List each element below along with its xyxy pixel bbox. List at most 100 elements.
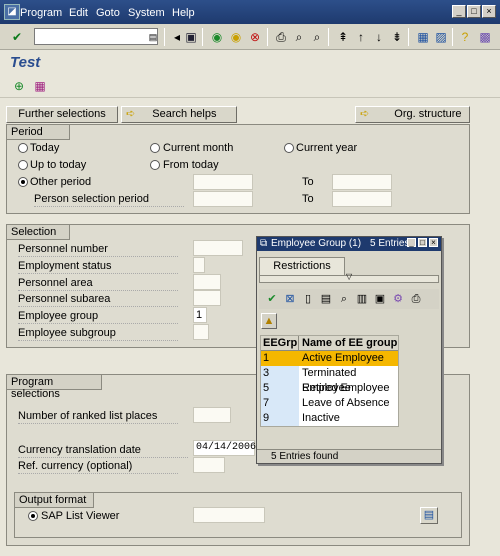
label-ranked-list-places: Number of ranked list places [18,410,178,424]
person-period-from-input[interactable] [193,191,253,207]
command-field[interactable] [34,28,158,45]
history-dropdown-icon[interactable]: ▤ [144,28,162,46]
menu-goto[interactable]: Goto [96,7,120,19]
table-cell-code: 9 [261,411,299,426]
popup-ok-icon[interactable]: ✔ [263,290,281,308]
minimize-icon[interactable]: _ [452,5,466,18]
radio-up-to-today[interactable] [18,160,28,170]
find-icon[interactable]: ⌕ [290,28,308,46]
personnel-number-input[interactable] [193,240,243,256]
radio-current-month[interactable] [150,143,160,153]
find-next-icon[interactable]: ⌕ [308,28,326,46]
column-header-eegrp[interactable]: EEGrp [261,336,299,350]
popup-cancel-icon[interactable]: ⊠ [281,290,299,308]
ref-currency-input[interactable] [193,457,225,473]
table-cell-name: Leave of Absence [302,397,390,409]
first-page-icon[interactable]: ⇞ [334,28,352,46]
label-current-year: Current year [296,142,358,154]
popup-settings-icon[interactable]: ⚙ [389,290,407,308]
radio-today[interactable] [18,143,28,153]
label-sap-list-viewer: SAP List Viewer [41,510,120,522]
popup-sort-icon[interactable]: ▤ [317,290,335,308]
popup-find-icon[interactable]: ⌕ [335,290,353,308]
new-session-icon[interactable]: ▦ [414,28,432,46]
table-cell-name: Inactive [302,412,340,424]
popup-status-bar: 5 Entries found [257,449,441,463]
label-today: Today [30,142,60,154]
popup-entries-count: 5 Entries [370,238,410,249]
last-page-icon[interactable]: ⇟ [388,28,406,46]
layout-input[interactable] [193,507,265,523]
close-window-icon[interactable]: × [482,5,496,18]
period-from-input[interactable] [193,174,253,190]
column-header-name[interactable]: Name of EE group [299,336,397,350]
org-structure-button[interactable]: ➪ Org. structure [355,106,470,123]
period-to-input[interactable] [332,174,392,190]
popup-select-icon[interactable]: ▣ [371,290,389,308]
maximize-icon[interactable]: □ [467,5,481,18]
enter-icon[interactable]: ✔ [8,28,26,46]
previous-page-icon[interactable]: ↑ [352,28,370,46]
menu-bar: ◪ Program Edit Goto System Help _ □ × [0,0,500,24]
layout-menu-icon[interactable]: ▩ [476,28,494,46]
employment-status-input[interactable] [193,257,205,273]
label-other-period: Other period [30,176,92,188]
popup-filter-button-icon[interactable]: ▲ [261,313,277,329]
execute-icon[interactable]: ⊕ [10,77,28,95]
radio-current-year[interactable] [284,143,294,153]
search-helps-label: Search helps [152,108,217,120]
table-cell-code: 5 [261,381,299,396]
employee-subgroup-input[interactable] [193,324,209,340]
popup-maximize-icon[interactable]: □ [418,238,427,247]
popup-close-icon[interactable]: × [429,238,438,247]
ranked-list-places-input[interactable] [193,407,231,423]
period-title: Period [6,124,70,140]
table-cell-name: Terminated Employee [302,367,357,394]
popup-new-icon[interactable]: ▯ [299,290,317,308]
cancel-icon[interactable]: ⊗ [246,28,264,46]
personnel-subarea-input[interactable] [193,290,221,306]
save-icon[interactable]: ▣ [182,28,200,46]
further-selections-button[interactable]: Further selections [6,106,118,123]
popup-minimize-icon[interactable]: _ [407,238,416,247]
shortcut-icon[interactable]: ▨ [432,28,450,46]
table-row[interactable]: 5 Retired Employee [261,381,398,396]
radio-other-period[interactable] [18,177,28,187]
variants-icon[interactable]: ▦ [31,77,49,95]
label-current-month: Current month [163,142,234,154]
radio-sap-list-viewer[interactable] [28,511,38,521]
popup-print-icon[interactable]: ⎙ [407,290,425,308]
layout-select-icon[interactable]: ▤ [420,507,438,524]
menu-help[interactable]: Help [172,7,195,19]
help-icon[interactable]: ? [456,28,474,46]
table-row[interactable]: 7 Leave of Absence [261,396,398,411]
tab-restrictions[interactable]: Restrictions [259,257,345,275]
person-period-to-input[interactable] [332,191,392,207]
sap-logo-icon[interactable]: ◪ [4,4,20,20]
employee-group-popup: ⧉ Employee Group (1) 5 Entries _ □ × Res… [256,236,442,464]
radio-from-today[interactable] [150,160,160,170]
label-personnel-number: Personnel number [18,243,178,257]
employee-group-input[interactable]: 1 [193,307,207,323]
table-row[interactable]: 9 Inactive [261,411,398,426]
back-icon[interactable]: ◉ [208,28,226,46]
popup-filter-icon[interactable]: ▥ [353,290,371,308]
entries-table: EEGrp Name of EE group 1 Active Employee… [260,335,399,427]
search-helps-button[interactable]: ➪ Search helps [121,106,237,123]
currency-translation-date-input[interactable]: 04/14/2006 [193,440,256,456]
menu-edit[interactable]: Edit [69,7,88,19]
menu-system[interactable]: System [128,7,165,19]
standard-toolbar: ✔ ▤ ◂ ▣ ◉ ◉ ⊗ ⎙ ⌕ ⌕ ⇞ ↑ ↓ ⇟ ▦ ▨ ? ▩ [0,24,500,50]
personnel-area-input[interactable] [193,274,221,290]
label-ref-currency: Ref. currency (optional) [18,460,178,474]
print-icon[interactable]: ⎙ [272,28,290,46]
table-cell-code: 1 [261,351,299,366]
next-page-icon[interactable]: ↓ [370,28,388,46]
exit-icon[interactable]: ◉ [227,28,245,46]
menu-program[interactable]: Program [20,7,62,19]
table-row[interactable]: 3 Terminated Employee [261,366,398,394]
label-from-today: From today [163,159,219,171]
table-cell-code: 3 [261,366,299,381]
table-row[interactable]: 1 Active Employee [261,351,398,366]
restrictions-collapse-bar[interactable]: ▽ [259,272,439,283]
